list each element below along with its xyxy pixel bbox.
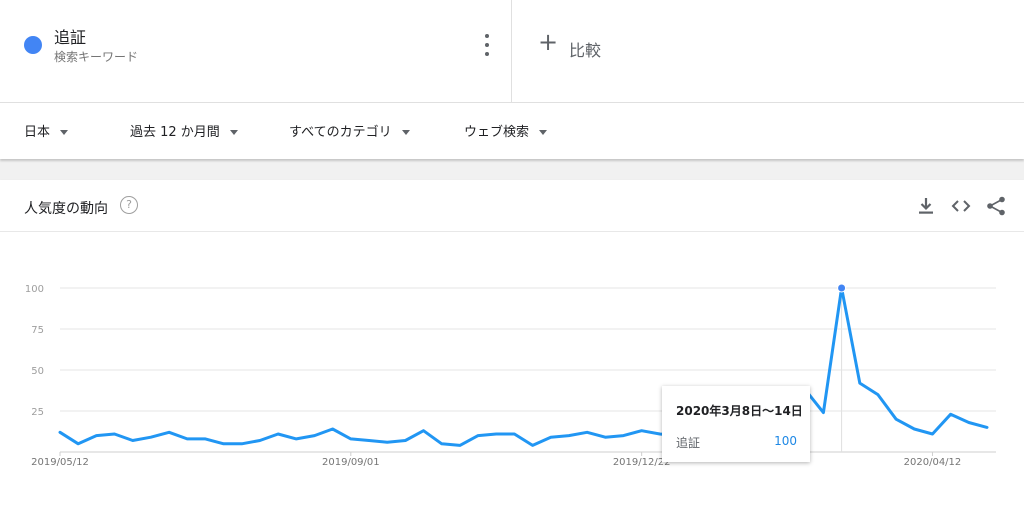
y-tick-label: 50	[31, 366, 44, 377]
dropdown-arrow-icon	[60, 130, 69, 135]
dropdown-arrow-icon	[539, 130, 548, 135]
card-title: 人気度の動向	[24, 201, 108, 217]
data-point	[837, 283, 847, 293]
x-tick-label: 2019/09/01	[322, 457, 380, 468]
source-filter[interactable]: ウェブ検索	[464, 121, 548, 140]
share-icon[interactable]	[984, 194, 1008, 218]
filter-bar: 日本 過去 12 か月間 すべてのカテゴリ ウェブ検索	[0, 103, 1024, 159]
compare-label: 比較	[569, 41, 602, 60]
tooltip-term: 追証	[676, 436, 701, 450]
embed-code-icon[interactable]	[949, 194, 973, 218]
source-filter-label: ウェブ検索	[464, 125, 530, 140]
card-header: 人気度の動向 ?	[0, 180, 1024, 232]
y-tick-label: 25	[31, 407, 44, 418]
period-filter[interactable]: 過去 12 か月間	[130, 121, 238, 140]
region-filter-label: 日本	[24, 125, 51, 140]
more-vert-icon[interactable]	[478, 34, 496, 56]
tooltip-value: 100	[774, 434, 797, 448]
tooltip-date: 2020年3月8日〜14日	[676, 404, 803, 418]
x-tick-label: 2019/05/12	[31, 457, 89, 468]
dropdown-arrow-icon	[401, 130, 410, 135]
period-filter-label: 過去 12 か月間	[130, 125, 220, 140]
y-tick-label: 75	[31, 325, 44, 336]
search-term-type: 検索キーワード	[54, 50, 139, 64]
search-term-bar: 追証 検索キーワード + 比較	[0, 0, 1024, 103]
y-tick-label: 100	[25, 284, 44, 295]
term-color-dot	[24, 36, 42, 54]
search-term-card[interactable]: 追証 検索キーワード	[0, 0, 512, 102]
download-icon[interactable]	[914, 194, 938, 218]
trend-line-chart: 2550751002019/05/12 2019/09/01 2019/12/22 2…	[25, 283, 996, 468]
category-filter[interactable]: すべてのカテゴリ	[289, 121, 410, 140]
x-tick-label: 2020/04/12	[904, 457, 962, 468]
search-term-name: 追証	[54, 28, 87, 47]
plus-icon: +	[538, 28, 559, 56]
dropdown-arrow-icon	[229, 130, 238, 135]
chart-tooltip: 2020年3月8日〜14日 追証 100	[662, 386, 810, 462]
compare-button[interactable]: + 比較	[512, 0, 1024, 102]
region-filter[interactable]: 日本	[24, 121, 69, 140]
category-filter-label: すべてのカテゴリ	[289, 125, 392, 140]
help-icon[interactable]: ?	[120, 196, 138, 214]
series-line	[58, 286, 989, 447]
